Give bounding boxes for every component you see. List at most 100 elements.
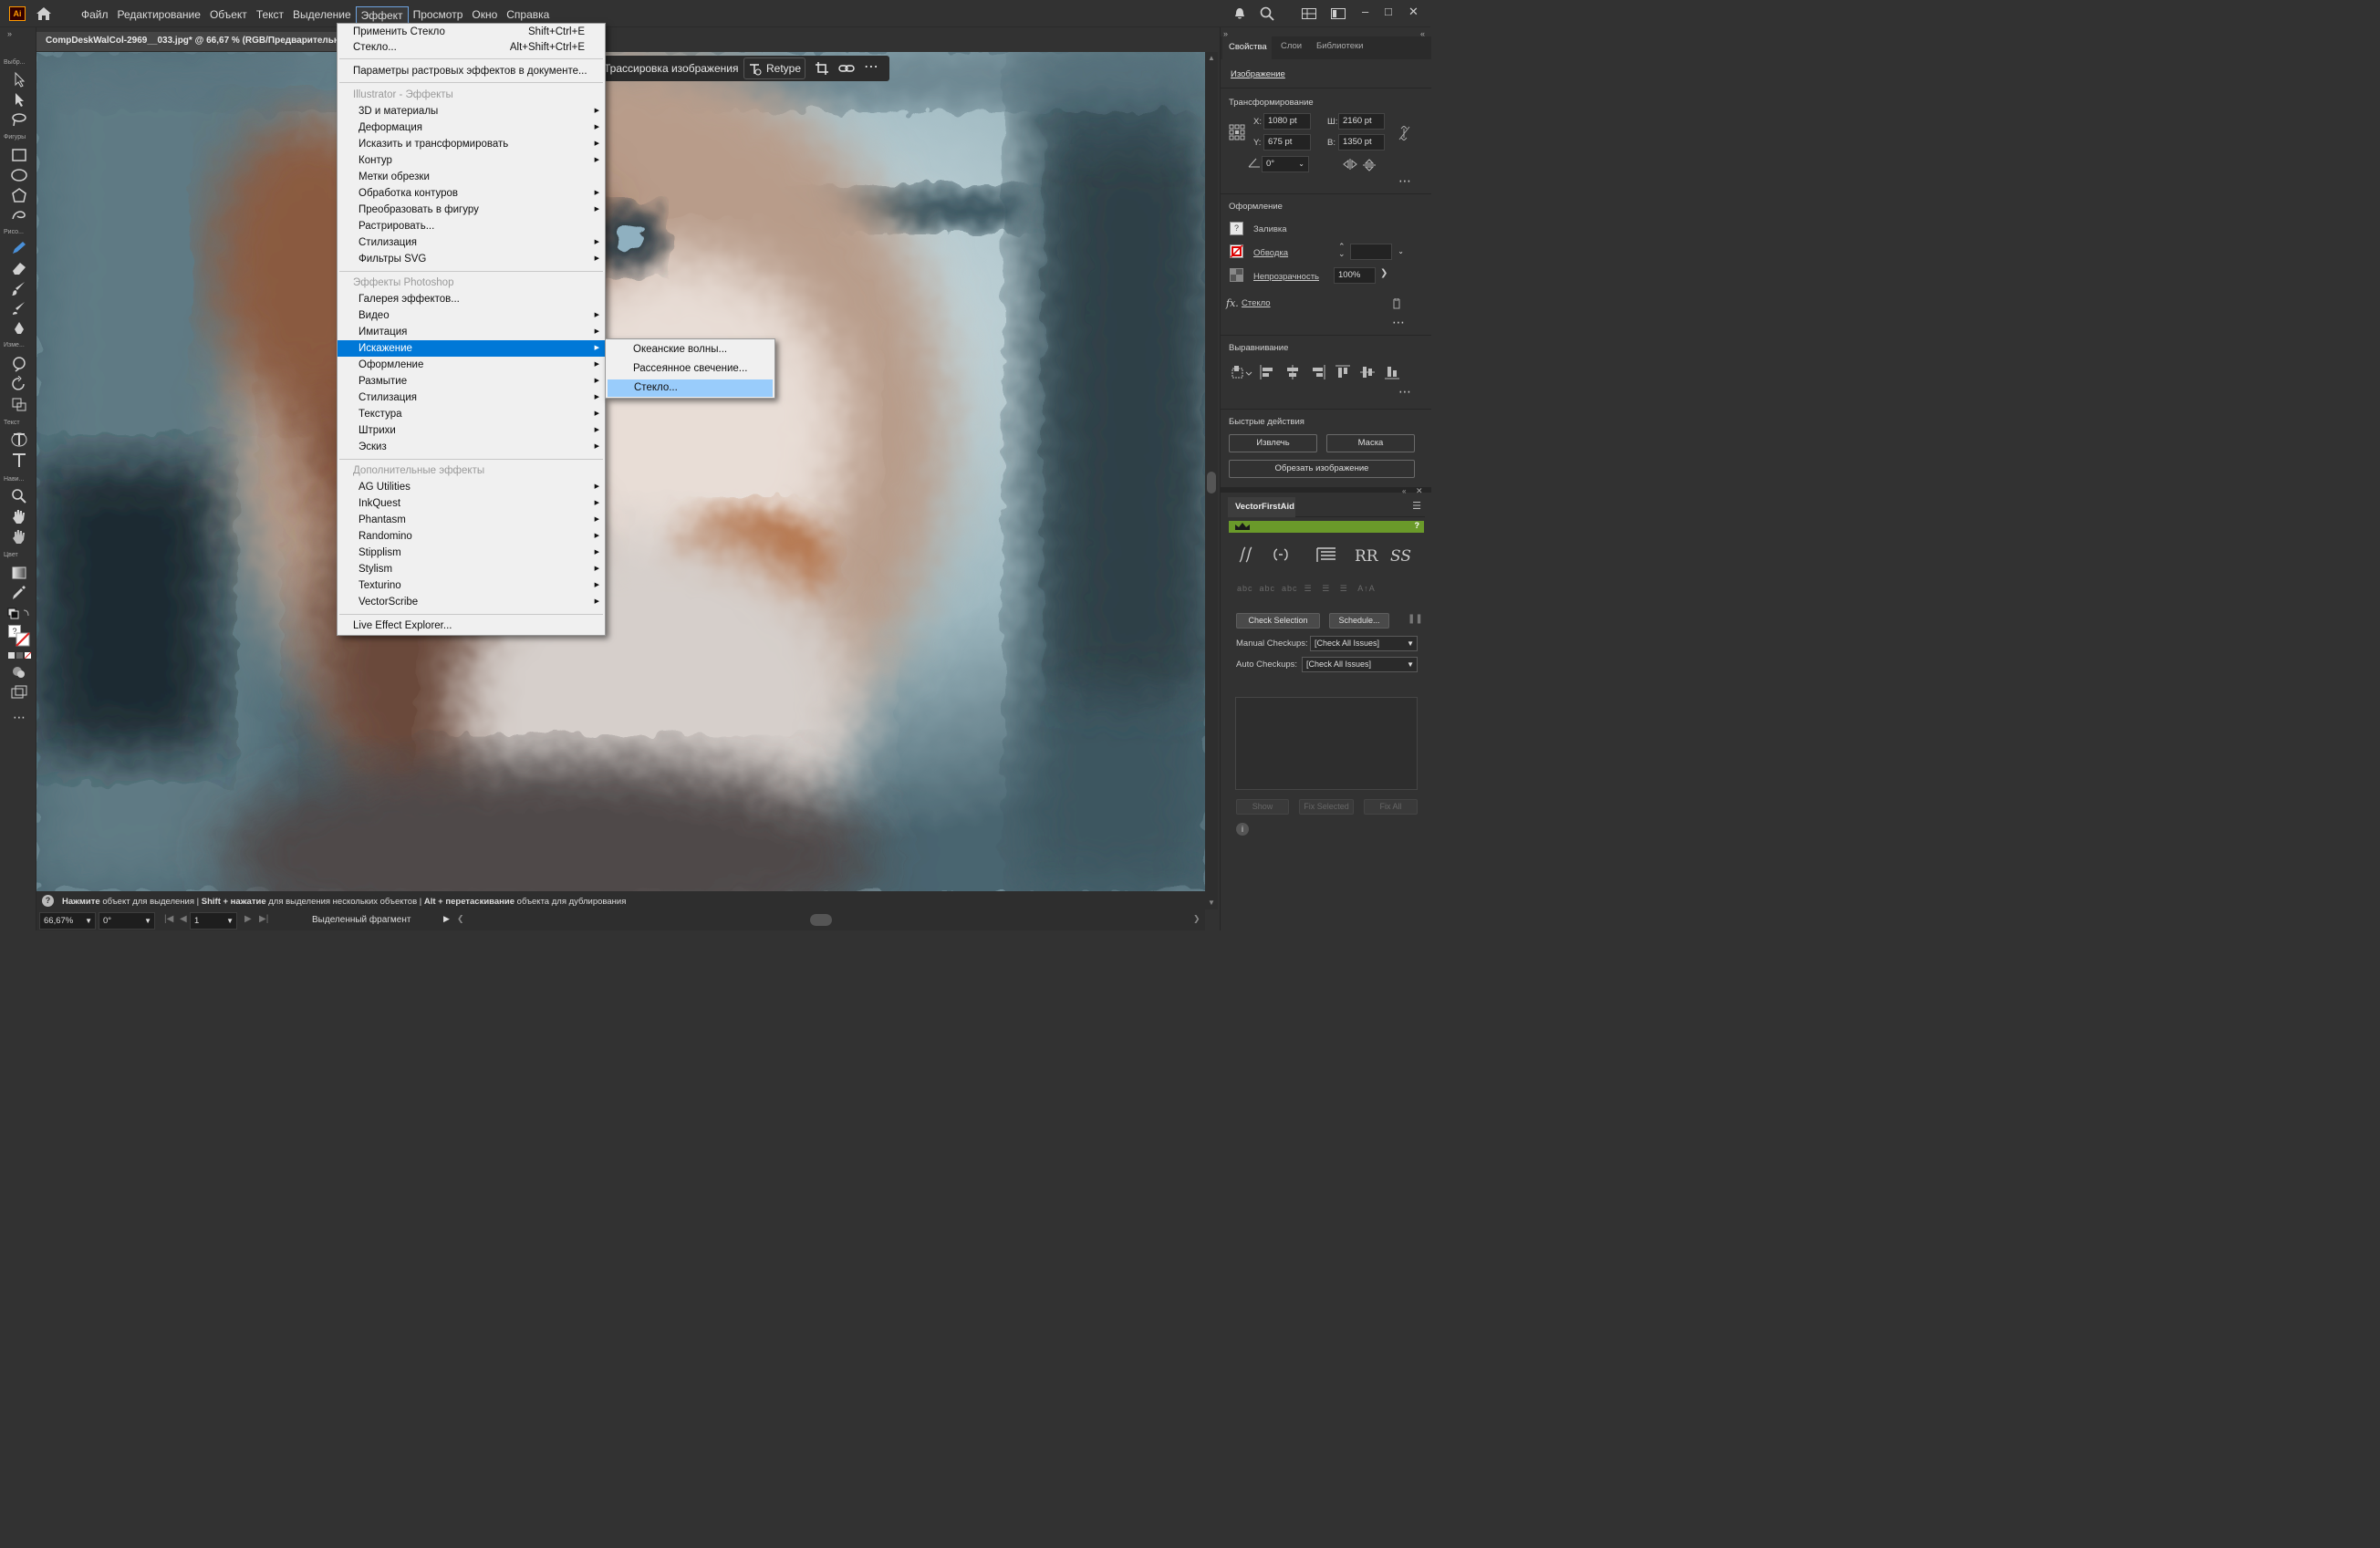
prev-artboard-icon[interactable]: ◀ bbox=[180, 914, 187, 924]
issues-list[interactable] bbox=[1235, 697, 1418, 790]
brush-tool-icon[interactable] bbox=[10, 280, 28, 296]
rotation-field[interactable]: 0° ▼ bbox=[99, 912, 155, 930]
mask-button[interactable]: Маска bbox=[1326, 434, 1415, 452]
x-position-field[interactable]: 1080 pt bbox=[1263, 113, 1311, 130]
vertical-scrollbar[interactable]: ▲ ▼ bbox=[1205, 52, 1218, 909]
submenu-item[interactable]: Стекло... bbox=[608, 379, 773, 397]
gradient-tool-icon[interactable] bbox=[10, 565, 28, 581]
height-field[interactable]: 1350 pt bbox=[1338, 134, 1385, 151]
stroke-swatch[interactable] bbox=[16, 632, 30, 647]
trash-icon[interactable] bbox=[1392, 298, 1401, 309]
align-to-icon[interactable] bbox=[1232, 365, 1253, 379]
tab-vectorfirstaid[interactable]: VectorFirstAid bbox=[1228, 497, 1295, 517]
fix-all-button[interactable]: Fix All bbox=[1364, 799, 1418, 815]
tab-libraries[interactable]: Библиотеки bbox=[1316, 41, 1363, 51]
pencil-tool-icon[interactable] bbox=[10, 240, 28, 256]
show-button[interactable]: Show bbox=[1236, 799, 1289, 815]
hand-tool-icon[interactable] bbox=[10, 508, 28, 525]
swap-colors-icon[interactable] bbox=[7, 608, 31, 622]
artboard-field[interactable]: 1 ▼ bbox=[190, 912, 237, 930]
minimize-icon[interactable]: – bbox=[1362, 5, 1368, 18]
pen-tool-icon[interactable] bbox=[10, 320, 28, 337]
menu-item[interactable]: Texturino ▶ bbox=[338, 577, 605, 594]
scale-tool-icon[interactable] bbox=[10, 396, 28, 412]
more-options-icon[interactable]: ⋯ bbox=[864, 57, 878, 76]
menu-item[interactable]: Имитация ▶ bbox=[338, 324, 605, 340]
warp-tool-icon[interactable] bbox=[10, 356, 28, 372]
menu-item-live-effect-explorer[interactable]: Live Effect Explorer... bbox=[338, 618, 605, 634]
extract-button[interactable]: Извлечь bbox=[1229, 434, 1317, 452]
scroll-right-icon[interactable]: ❯ bbox=[1193, 914, 1200, 924]
rectangle-tool-icon[interactable] bbox=[10, 147, 28, 163]
retype-button[interactable]: Retype bbox=[743, 57, 805, 79]
menu-item[interactable]: Растрировать... bbox=[338, 218, 605, 234]
more-align-icon[interactable]: ⋯ bbox=[1398, 384, 1411, 400]
search-icon[interactable] bbox=[1260, 6, 1274, 21]
menu-item[interactable]: Стилизация ▶ bbox=[338, 234, 605, 251]
bell-icon[interactable] bbox=[1233, 7, 1246, 20]
workspace-icon[interactable] bbox=[1302, 8, 1316, 19]
menu-item[interactable]: Преобразовать в фигуру ▶ bbox=[338, 202, 605, 218]
menu-item[interactable]: Эскиз ▶ bbox=[338, 439, 605, 455]
document-tab[interactable]: CompDeskWalCol-2969__033.jpg* @ 66,67 % … bbox=[36, 32, 353, 52]
eyedropper-tool-icon[interactable] bbox=[10, 585, 28, 601]
lasso-tool-icon[interactable] bbox=[10, 111, 28, 128]
color-mode-icon[interactable] bbox=[8, 651, 32, 660]
align-center-icon[interactable] bbox=[1285, 365, 1300, 379]
menu-item-doc-raster-settings[interactable]: Параметры растровых эффектов в документе… bbox=[338, 63, 605, 79]
menu-item[interactable]: Фильтры SVG ▶ bbox=[338, 251, 605, 267]
panel-menu-icon[interactable]: ☰ bbox=[1412, 500, 1421, 512]
print-tiling-tool-icon[interactable] bbox=[10, 528, 28, 545]
stroke-label[interactable]: Обводка bbox=[1253, 248, 1288, 258]
type-on-path-tool-icon[interactable] bbox=[10, 431, 28, 448]
menu-item-apply-last[interactable]: Применить Стекло Shift+Ctrl+E bbox=[338, 24, 605, 40]
menu-item[interactable]: Stylism ▶ bbox=[338, 561, 605, 577]
manual-checkups-dropdown[interactable]: [Check All Issues] ▼ bbox=[1310, 636, 1418, 651]
horizontal-scroll-thumb[interactable] bbox=[810, 914, 832, 926]
menubar-item[interactable]: Файл bbox=[77, 6, 113, 25]
menu-item[interactable]: AG Utilities ▶ bbox=[338, 479, 605, 495]
stroke-swatch[interactable] bbox=[1230, 244, 1243, 258]
help-icon[interactable]: ? bbox=[42, 895, 54, 907]
applied-effect-link[interactable]: Стекло bbox=[1242, 298, 1271, 308]
menu-item[interactable]: Галерея эффектов... bbox=[338, 291, 605, 307]
menubar-item[interactable]: Справка bbox=[502, 6, 554, 25]
more-tools-icon[interactable]: ⋯ bbox=[13, 710, 26, 725]
scroll-left-icon[interactable]: ❮ bbox=[457, 914, 464, 924]
opacity-label[interactable]: Непрозрачность bbox=[1253, 272, 1319, 282]
close-panel-icon[interactable]: ✕ bbox=[1416, 486, 1423, 496]
menubar-item[interactable]: Эффект bbox=[355, 6, 409, 25]
align-left-icon[interactable] bbox=[1260, 365, 1274, 379]
last-artboard-icon[interactable]: ▶| bbox=[259, 914, 268, 924]
more-transform-icon[interactable]: ⋯ bbox=[1398, 173, 1411, 189]
scroll-down-icon[interactable]: ▼ bbox=[1208, 899, 1215, 907]
crop-icon[interactable] bbox=[815, 61, 829, 76]
submenu-item[interactable]: Рассеянное свечение... bbox=[607, 360, 774, 378]
fill-swatch[interactable]: ? bbox=[1230, 222, 1243, 235]
arrange-docs-icon[interactable] bbox=[1331, 8, 1346, 19]
menu-item[interactable]: InkQuest ▶ bbox=[338, 495, 605, 512]
type-tool-icon[interactable] bbox=[10, 452, 28, 469]
vertical-scroll-thumb[interactable] bbox=[1207, 472, 1216, 493]
tab-layers[interactable]: Слои bbox=[1281, 41, 1302, 51]
menu-item[interactable]: Деформация ▶ bbox=[338, 119, 605, 136]
menu-item[interactable]: Phantasm ▶ bbox=[338, 512, 605, 528]
close-icon[interactable]: ✕ bbox=[1408, 5, 1419, 19]
zoom-field[interactable]: 66,67% ▼ bbox=[39, 912, 96, 930]
draw-mode-icon[interactable] bbox=[10, 664, 28, 680]
eraser-tool-icon[interactable] bbox=[10, 260, 28, 276]
selection-tool-icon[interactable] bbox=[10, 71, 28, 88]
ellipse-tool-icon[interactable] bbox=[10, 167, 28, 183]
status-menu-arrow-icon[interactable]: ▶ bbox=[443, 914, 450, 924]
menu-item[interactable]: Штрихи ▶ bbox=[338, 422, 605, 439]
opacity-field[interactable]: 100% bbox=[1334, 267, 1376, 284]
menu-item[interactable]: Исказить и трансформировать ▶ bbox=[338, 136, 605, 152]
artboard-canvas[interactable] bbox=[36, 52, 1205, 891]
image-trace-button[interactable]: Трассировка изображения bbox=[604, 58, 738, 78]
menubar-item[interactable]: Окно bbox=[467, 6, 502, 25]
flip-vertical-icon[interactable] bbox=[1363, 159, 1376, 171]
y-position-field[interactable]: 675 pt bbox=[1263, 134, 1311, 151]
panel-splitter[interactable] bbox=[1221, 487, 1431, 493]
home-icon[interactable] bbox=[35, 5, 53, 22]
menu-item[interactable]: 3D и материалы ▶ bbox=[338, 103, 605, 119]
